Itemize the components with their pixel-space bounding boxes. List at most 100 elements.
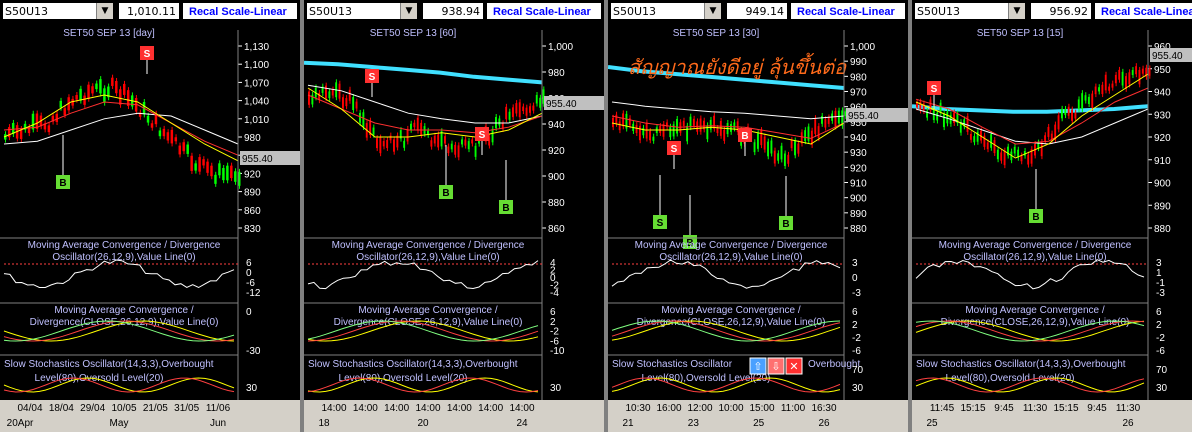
candle-body xyxy=(1081,93,1084,110)
y-tick-label: 880 xyxy=(850,224,867,235)
stochastic-tick-label: 70 xyxy=(852,365,864,376)
candle-body xyxy=(210,165,213,177)
chart-title: SET50 SEP 13 [day] xyxy=(63,28,155,39)
signal-label: B xyxy=(782,219,789,230)
candle-body xyxy=(649,130,651,141)
candle-body xyxy=(1077,99,1080,110)
candle-body xyxy=(111,77,114,86)
candle-body xyxy=(1003,150,1006,166)
chart-canvas: SET50 SEP 13 [15]96095094093092091090089… xyxy=(912,28,1192,432)
chart-panel-15[interactable]: S50U13 ▼ 956.92 Recal Scale-Linea SET50 S… xyxy=(912,0,1192,432)
candle-body xyxy=(622,113,624,127)
chart-panel-60[interactable]: S50U13 ▼ 938.94 Recal Scale-Linear SET50 … xyxy=(304,0,604,432)
arrow-down-icon[interactable]: ⇩ xyxy=(767,357,785,375)
candle-body xyxy=(413,122,416,128)
candle-body xyxy=(123,83,126,95)
macd-tick-label: -3 xyxy=(852,288,861,299)
candle-body xyxy=(686,125,689,142)
chart-title: SET50 SEP 13 [30] xyxy=(673,28,760,39)
candle-body xyxy=(218,163,221,176)
macd-tick-label: 3 xyxy=(852,258,858,269)
close-icon[interactable]: ✕ xyxy=(785,357,803,375)
candle-body xyxy=(518,102,521,118)
candle-body xyxy=(1094,86,1097,95)
candle-body xyxy=(87,84,90,99)
y-tick-label: 1,070 xyxy=(244,78,269,89)
time-label: 14:00 xyxy=(447,403,472,414)
candle-body xyxy=(760,130,763,146)
signal-label: S xyxy=(479,130,486,141)
candle-body xyxy=(953,112,955,123)
candle-body xyxy=(1067,106,1070,116)
candle-body xyxy=(716,127,719,134)
candle-body xyxy=(1000,152,1003,161)
candle-body xyxy=(753,142,756,153)
divergence-tick-label: -10 xyxy=(550,346,565,357)
candle-body xyxy=(348,89,351,101)
last-price-label: 955.40 xyxy=(546,99,577,110)
candle-body xyxy=(471,139,474,144)
time-label: 9:45 xyxy=(994,403,1014,414)
chart-canvas: SET50 SEP 13 [60]1,000980960940920900880… xyxy=(304,28,604,432)
candle-body xyxy=(457,145,460,158)
candle-body xyxy=(393,139,395,152)
candle-body xyxy=(464,139,467,146)
stochastic-tick-label: 30 xyxy=(1156,383,1168,394)
candle-body xyxy=(379,137,382,154)
candle-body xyxy=(539,97,542,108)
divergence-title: Moving Average Convergence / xyxy=(661,305,801,316)
time-label: 11:30 xyxy=(1116,403,1141,414)
divergence-tick-label: 2 xyxy=(852,320,858,331)
candle-body xyxy=(645,122,648,139)
candle-body xyxy=(733,122,736,129)
svg-text:✕: ✕ xyxy=(789,361,798,373)
signal-label: S xyxy=(671,144,678,155)
y-tick-label: 920 xyxy=(1154,133,1171,144)
candle-body xyxy=(709,119,712,130)
candle-body xyxy=(612,117,614,128)
candle-body xyxy=(1040,142,1043,157)
y-tick-label: 880 xyxy=(548,198,565,209)
chart-panel-30[interactable]: S50U13 ▼ 949.14 Recal Scale-Linear SET50 … xyxy=(608,0,908,432)
date-label: Jun xyxy=(210,418,226,429)
candle-body xyxy=(234,171,237,182)
candle-body xyxy=(222,168,225,181)
signal-label: S xyxy=(144,49,151,60)
signal-label: S xyxy=(657,218,664,229)
candle-body xyxy=(532,105,535,111)
divergence-subtitle: Divergence(CLOSE,26,12,9),Value Line(0) xyxy=(334,317,523,328)
time-label: 11:45 xyxy=(930,403,955,414)
candle-body xyxy=(1074,112,1077,119)
y-tick-label: 890 xyxy=(850,209,867,220)
candle-body xyxy=(75,95,78,100)
candle-body xyxy=(939,102,942,113)
divergence-tick-label: -30 xyxy=(246,346,261,357)
candle-body xyxy=(1101,84,1104,95)
y-tick-label: 920 xyxy=(244,169,261,180)
y-tick-label: 930 xyxy=(850,148,867,159)
candle-body xyxy=(376,138,378,149)
y-tick-label: 910 xyxy=(1154,156,1171,167)
candle-body xyxy=(1060,108,1063,119)
candle-body xyxy=(512,107,514,118)
candle-body xyxy=(467,141,470,150)
time-label: 18/04 xyxy=(49,403,74,414)
macd-subtitle: Oscillator(26,12,9),Value Line(0) xyxy=(659,252,802,263)
candle-body xyxy=(202,159,205,166)
signal-label: B xyxy=(59,178,66,189)
candle-body xyxy=(331,89,334,96)
signal-label: B xyxy=(1032,212,1039,223)
divergence-tick-label: -6 xyxy=(852,346,861,357)
arrow-up-icon[interactable]: ⇧ xyxy=(749,357,767,375)
annotation-text: สัญญาณยังดีอยู่ ลุ้นขึ้นต่อ xyxy=(628,52,847,80)
candle-body xyxy=(713,115,716,129)
candle-body xyxy=(990,134,993,148)
chart-panel-day[interactable]: S50U13 ▼ 1,010.11 Recal Scale-Linear SET5… xyxy=(0,0,300,432)
candle-body xyxy=(403,140,406,148)
divergence-tick-label: 6 xyxy=(852,307,858,318)
date-label: 23 xyxy=(688,418,700,429)
candle-body xyxy=(79,88,82,101)
y-tick-label: 930 xyxy=(1154,110,1171,121)
candle-body xyxy=(461,139,463,145)
candle-body xyxy=(1013,146,1016,154)
